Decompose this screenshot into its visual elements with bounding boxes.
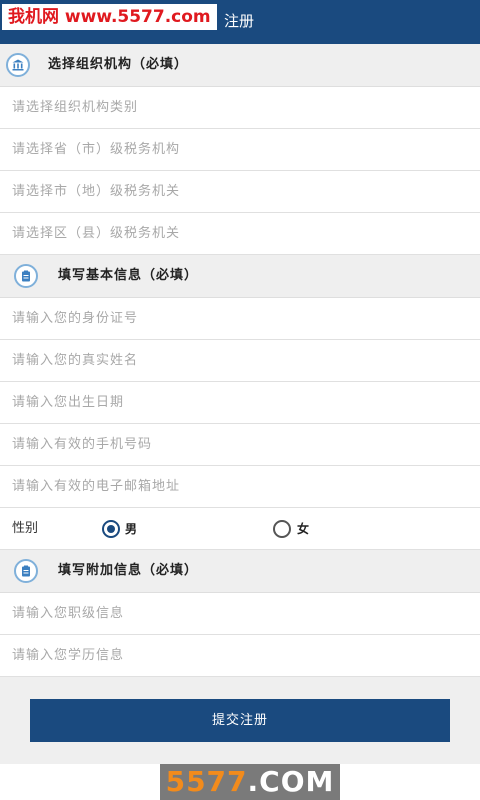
gender-row: 性别 男 女: [0, 508, 480, 550]
gender-male-label[interactable]: 男: [125, 520, 137, 538]
section-org-header: 选择组织机构（必填）: [0, 44, 480, 87]
real-name-placeholder: 请输入您的真实姓名: [12, 353, 139, 368]
id-number-placeholder: 请输入您的身份证号: [12, 311, 139, 326]
email-input[interactable]: 请输入有效的电子邮箱地址: [0, 466, 480, 508]
district-bureau-select[interactable]: 请选择区（县）级税务机关: [0, 213, 480, 255]
id-number-input[interactable]: 请输入您的身份证号: [0, 298, 480, 340]
clipboard-icon: [14, 264, 38, 288]
birth-date-placeholder: 请输入您出生日期: [12, 395, 125, 410]
email-placeholder: 请输入有效的电子邮箱地址: [12, 479, 181, 494]
clipboard-icon: [14, 559, 38, 583]
watermark-top: 我机网 www.5577.com: [2, 4, 217, 30]
education-placeholder: 请输入您学历信息: [12, 648, 125, 663]
gender-label: 性别: [12, 521, 39, 536]
section-basic-header: 填写基本信息（必填）: [0, 255, 480, 298]
org-type-select[interactable]: 请选择组织机构类别: [0, 87, 480, 129]
section-org-label: 选择组织机构（必填）: [48, 57, 189, 72]
gender-male-radio[interactable]: [102, 520, 120, 538]
page-title: 注册: [224, 12, 255, 30]
bank-icon: [6, 53, 30, 77]
birth-date-input[interactable]: 请输入您出生日期: [0, 382, 480, 424]
submit-register-button[interactable]: 提交注册: [30, 699, 450, 742]
phone-placeholder: 请输入有效的手机号码: [12, 437, 153, 452]
education-input[interactable]: 请输入您学历信息: [0, 635, 480, 677]
watermark-bottom-suffix: .COM: [247, 765, 335, 798]
watermark-bottom-number: 5577: [165, 765, 248, 798]
gender-female-label[interactable]: 女: [297, 520, 309, 538]
section-extra-label: 填写附加信息（必填）: [58, 563, 199, 578]
section-basic-label: 填写基本信息（必填）: [58, 268, 199, 283]
city-bureau-placeholder: 请选择市（地）级税务机关: [12, 184, 181, 199]
org-type-placeholder: 请选择组织机构类别: [12, 100, 139, 115]
section-extra-header: 填写附加信息（必填）: [0, 550, 480, 593]
phone-input[interactable]: 请输入有效的手机号码: [0, 424, 480, 466]
watermark-bottom: 5577.COM: [160, 764, 340, 800]
city-bureau-select[interactable]: 请选择市（地）级税务机关: [0, 171, 480, 213]
rank-placeholder: 请输入您职级信息: [12, 606, 125, 621]
district-bureau-placeholder: 请选择区（县）级税务机关: [12, 226, 181, 241]
province-bureau-placeholder: 请选择省（市）级税务机构: [12, 142, 181, 157]
rank-input[interactable]: 请输入您职级信息: [0, 593, 480, 635]
real-name-input[interactable]: 请输入您的真实姓名: [0, 340, 480, 382]
gender-female-radio[interactable]: [273, 520, 291, 538]
app-header: 我机网 www.5577.com 注册: [0, 0, 480, 44]
province-bureau-select[interactable]: 请选择省（市）级税务机构: [0, 129, 480, 171]
